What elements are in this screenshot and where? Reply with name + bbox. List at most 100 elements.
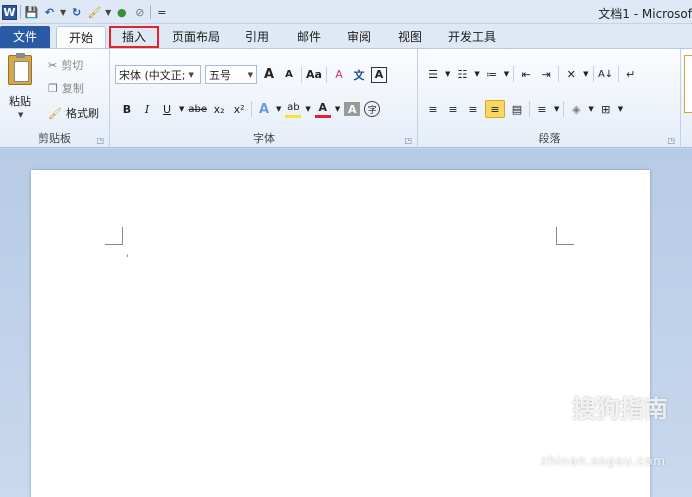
align-left-icon[interactable]: ≡ bbox=[425, 100, 441, 118]
tab-page-layout[interactable]: 页面布局 bbox=[166, 26, 226, 48]
align-right-icon[interactable]: ≡ bbox=[465, 100, 481, 118]
increase-indent-icon[interactable]: ⇥ bbox=[538, 65, 554, 83]
paste-button[interactable]: 粘贴 ▼ bbox=[0, 49, 40, 124]
top-right-crop-mark bbox=[556, 227, 574, 245]
styles-gallery[interactable] bbox=[684, 55, 692, 113]
bullets-dropdown-icon[interactable]: ▼ bbox=[445, 70, 450, 78]
separator bbox=[592, 66, 594, 82]
shading-dropdown-icon[interactable]: ▼ bbox=[588, 105, 593, 113]
sort-button[interactable]: A↓ bbox=[598, 65, 614, 83]
strikethrough-button[interactable]: abe bbox=[188, 100, 207, 118]
document-workspace: ' 搜狗指南 zhinan.sogou.com bbox=[0, 149, 692, 497]
highlight-color-button[interactable]: ab bbox=[285, 100, 302, 118]
tab-insert[interactable]: 插入 bbox=[109, 26, 159, 48]
underline-dropdown-icon[interactable]: ▼ bbox=[179, 105, 184, 113]
tab-file[interactable]: 文件 bbox=[0, 26, 50, 48]
tab-home[interactable]: 开始 bbox=[56, 26, 106, 49]
undo-dropdown-icon[interactable]: ▼ bbox=[60, 8, 66, 17]
line-spacing-button[interactable]: ≡ bbox=[534, 100, 550, 118]
chinese-layout-dropdown-icon[interactable]: ▼ bbox=[583, 70, 588, 78]
clipboard-group: 粘贴 ▼ ✂ 剪切 ❐ 复制 🖌 格式刷 剪贴板 ◳ bbox=[0, 49, 110, 149]
font-size-value: 五号 bbox=[209, 68, 231, 82]
brush-dropdown-icon[interactable]: ▼ bbox=[105, 8, 111, 17]
text-cursor: ' bbox=[126, 254, 129, 264]
distributed-icon[interactable]: ▤ bbox=[509, 100, 525, 118]
erase-icon[interactable]: ⊘ bbox=[132, 5, 147, 20]
shading-icon[interactable]: ◈ bbox=[568, 100, 584, 118]
justify-icon[interactable]: ≡ bbox=[485, 100, 505, 118]
cut-label: 剪切 bbox=[61, 59, 84, 72]
palette-icon[interactable]: ● bbox=[114, 5, 129, 20]
top-left-crop-mark bbox=[105, 227, 123, 245]
shrink-font-button[interactable]: A bbox=[281, 66, 297, 84]
font-name-select[interactable]: 宋体 (中文正; ▼ bbox=[115, 65, 201, 84]
watermark-url: zhinan.sogou.com bbox=[540, 454, 666, 468]
separator bbox=[326, 66, 327, 83]
copy-button[interactable]: ❐ 复制 bbox=[48, 80, 84, 96]
paragraph-group: ☰ ▼ ☷ ▼ ≔ ▼ ⇤ ⇥ ✕ ▼ A↓ ↵ ≡ ≡ ≡ ≡ ▤ ≡ ▼ ◈… bbox=[419, 49, 681, 149]
paragraph-launcher-icon[interactable]: ◳ bbox=[667, 136, 675, 145]
paragraph-group-label: 段落 bbox=[538, 132, 561, 145]
bold-button[interactable]: B bbox=[119, 100, 135, 118]
show-marks-icon[interactable]: ↵ bbox=[623, 65, 639, 83]
tab-references[interactable]: 引用 bbox=[238, 26, 276, 48]
format-painter-label: 格式刷 bbox=[65, 107, 99, 120]
font-color-button[interactable]: A bbox=[314, 100, 331, 118]
clear-format-button[interactable]: A bbox=[331, 66, 347, 84]
line-spacing-dropdown-icon[interactable]: ▼ bbox=[554, 105, 559, 113]
separator bbox=[301, 66, 302, 83]
underline-button[interactable]: U bbox=[159, 100, 175, 118]
enclose-characters-button[interactable]: 字 bbox=[364, 101, 381, 117]
character-shading-button[interactable]: A bbox=[344, 102, 361, 116]
align-center-icon[interactable]: ≡ bbox=[445, 100, 461, 118]
qat-separator bbox=[20, 5, 21, 19]
highlight-dropdown-icon[interactable]: ▼ bbox=[305, 105, 310, 113]
quick-access-toolbar: W 💾 ↶ ▼ ↻ 🖌 ▼ ● ⊘ = bbox=[2, 3, 169, 21]
tab-view[interactable]: 视图 bbox=[391, 26, 429, 48]
numbering-icon[interactable]: ☷ bbox=[454, 65, 470, 83]
watermark-logo: 搜狗指南 bbox=[544, 389, 668, 424]
font-launcher-icon[interactable]: ◳ bbox=[404, 136, 412, 145]
cut-button[interactable]: ✂ 剪切 bbox=[48, 57, 83, 73]
separator bbox=[558, 66, 560, 82]
text-effects-button[interactable]: A bbox=[256, 100, 272, 118]
clipboard-launcher-icon[interactable]: ◳ bbox=[96, 136, 104, 145]
copy-icon: ❐ bbox=[48, 81, 58, 95]
brush-icon[interactable]: 🖌 bbox=[87, 5, 102, 20]
borders-icon[interactable]: ⊞ bbox=[598, 100, 614, 118]
undo-icon[interactable]: ↶ bbox=[42, 5, 57, 20]
text-effects-dropdown-icon[interactable]: ▼ bbox=[276, 105, 281, 113]
phonetic-guide-button[interactable]: 文 bbox=[351, 66, 367, 84]
font-name-value: 宋体 (中文正; bbox=[119, 68, 186, 82]
italic-button[interactable]: I bbox=[139, 100, 155, 118]
decrease-indent-icon[interactable]: ⇤ bbox=[518, 65, 534, 83]
copy-label: 复制 bbox=[61, 82, 84, 95]
multilevel-dropdown-icon[interactable]: ▼ bbox=[504, 70, 509, 78]
numbering-dropdown-icon[interactable]: ▼ bbox=[474, 70, 479, 78]
chinese-layout-icon[interactable]: ✕ bbox=[563, 65, 579, 83]
subscript-button[interactable]: x₂ bbox=[211, 100, 227, 118]
tab-developer[interactable]: 开发工具 bbox=[442, 26, 502, 48]
font-group-label: 字体 bbox=[253, 132, 275, 145]
bullets-icon[interactable]: ☰ bbox=[425, 65, 441, 83]
change-case-button[interactable]: Aa bbox=[306, 66, 322, 84]
font-size-select[interactable]: 五号 ▼ bbox=[205, 65, 257, 84]
borders-dropdown-icon[interactable]: ▼ bbox=[618, 105, 623, 113]
word-app-icon[interactable]: W bbox=[2, 4, 17, 20]
document-page[interactable]: ' bbox=[31, 170, 650, 497]
superscript-button[interactable]: x² bbox=[231, 100, 247, 118]
tab-mailings[interactable]: 邮件 bbox=[290, 26, 328, 48]
tab-review[interactable]: 审阅 bbox=[340, 26, 378, 48]
redo-icon[interactable]: ↻ bbox=[69, 5, 84, 20]
save-icon[interactable]: 💾 bbox=[24, 5, 39, 20]
customize-qat-icon[interactable]: = bbox=[154, 5, 169, 20]
font-name-dropdown-icon: ▼ bbox=[188, 70, 194, 79]
separator bbox=[251, 101, 253, 117]
multilevel-list-icon[interactable]: ≔ bbox=[484, 65, 500, 83]
format-painter-button[interactable]: 🖌 格式刷 bbox=[48, 105, 99, 121]
character-border-button[interactable]: A bbox=[371, 66, 387, 83]
font-color-dropdown-icon[interactable]: ▼ bbox=[335, 105, 340, 113]
grow-font-button[interactable]: A bbox=[261, 66, 277, 84]
separator bbox=[529, 101, 530, 117]
paste-label: 粘贴 bbox=[9, 95, 31, 108]
